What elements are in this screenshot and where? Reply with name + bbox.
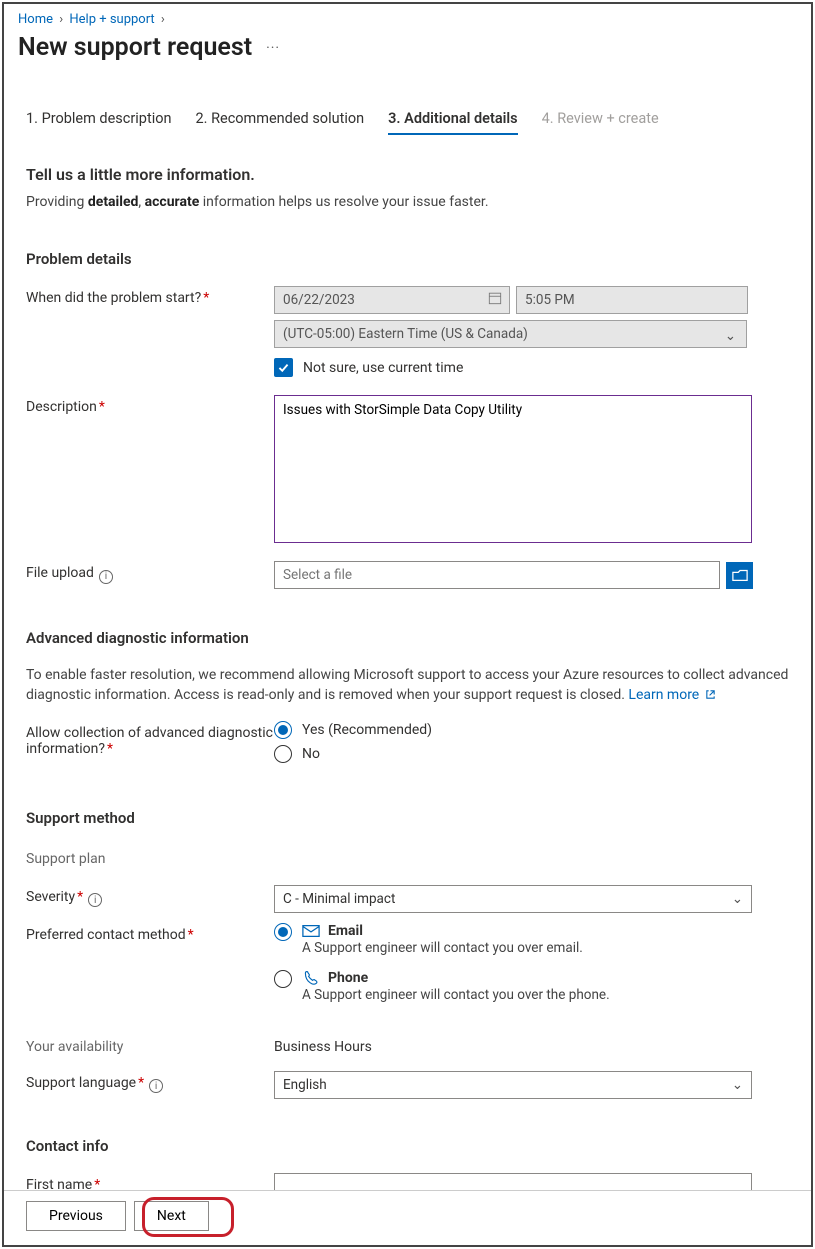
tab-recommended-solution[interactable]: 2. Recommended solution	[196, 110, 365, 135]
severity-label: Severity*i	[26, 885, 274, 913]
support-plan-label: Support plan	[26, 847, 274, 867]
use-current-time-checkbox[interactable]	[274, 358, 293, 377]
when-label: When did the problem start?*	[26, 286, 274, 377]
contact-method-label: Preferred contact method*	[26, 923, 274, 1003]
more-menu-icon[interactable]: ···	[266, 40, 280, 56]
tab-additional-details[interactable]: 3. Additional details	[388, 110, 518, 135]
intro-heading: Tell us a little more information.	[26, 165, 789, 184]
chevron-down-icon: ⌄	[732, 1077, 743, 1093]
learn-more-link[interactable]: Learn more	[628, 687, 699, 703]
email-icon	[302, 923, 320, 939]
previous-button[interactable]: Previous	[26, 1201, 126, 1231]
tab-review-create: 4. Review + create	[542, 110, 659, 135]
intro-subtext: Providing detailed, accurate information…	[26, 194, 789, 210]
chevron-down-icon: ⌄	[725, 328, 736, 344]
file-input[interactable]	[274, 561, 720, 589]
description-textarea[interactable]	[274, 395, 752, 543]
tabs: 1. Problem description 2. Recommended so…	[26, 110, 789, 135]
problem-heading: Problem details	[26, 250, 789, 268]
date-input[interactable]	[274, 286, 510, 314]
time-input[interactable]	[516, 286, 748, 314]
chevron-right-icon: ›	[59, 12, 63, 27]
file-browse-button[interactable]	[726, 562, 753, 589]
info-icon[interactable]: i	[88, 893, 102, 907]
radio-yes[interactable]: Yes (Recommended)	[274, 721, 789, 739]
email-subtext: A Support engineer will contact you over…	[302, 940, 583, 956]
support-heading: Support method	[26, 809, 789, 827]
external-link-icon	[705, 686, 716, 706]
diag-heading: Advanced diagnostic information	[26, 629, 789, 647]
diag-question-label: Allow collection of advanced diagnostic …	[26, 721, 274, 763]
phone-subtext: A Support engineer will contact you over…	[302, 987, 610, 1003]
timezone-select[interactable]: (UTC-05:00) Eastern Time (US & Canada) ⌄	[274, 320, 747, 348]
next-button[interactable]: Next	[134, 1201, 209, 1231]
availability-value: Business Hours	[274, 1035, 789, 1055]
chevron-down-icon: ⌄	[732, 891, 743, 907]
description-label: Description*	[26, 395, 274, 547]
radio-phone[interactable]	[274, 970, 292, 988]
language-select[interactable]: English ⌄	[274, 1071, 752, 1099]
info-icon[interactable]: i	[99, 570, 113, 584]
diag-paragraph: To enable faster resolution, we recommen…	[26, 665, 789, 707]
availability-label: Your availability	[26, 1035, 274, 1055]
footer-bar: Previous Next	[4, 1190, 811, 1245]
breadcrumb: Home › Help + support ›	[4, 4, 811, 27]
chevron-right-icon: ›	[161, 12, 165, 27]
phone-icon	[302, 970, 320, 986]
info-icon[interactable]: i	[149, 1079, 163, 1093]
language-label: Support language*i	[26, 1071, 274, 1099]
use-current-time-label: Not sure, use current time	[303, 360, 463, 376]
tab-problem-description[interactable]: 1. Problem description	[26, 110, 172, 135]
radio-no[interactable]: No	[274, 745, 789, 763]
page-title: New support request	[18, 33, 252, 62]
contact-heading: Contact info	[26, 1137, 789, 1155]
radio-email[interactable]	[274, 923, 292, 941]
breadcrumb-home[interactable]: Home	[18, 12, 53, 27]
breadcrumb-help[interactable]: Help + support	[69, 12, 154, 27]
file-upload-label: File uploadi	[26, 561, 274, 589]
severity-select[interactable]: C - Minimal impact ⌄	[274, 885, 752, 913]
